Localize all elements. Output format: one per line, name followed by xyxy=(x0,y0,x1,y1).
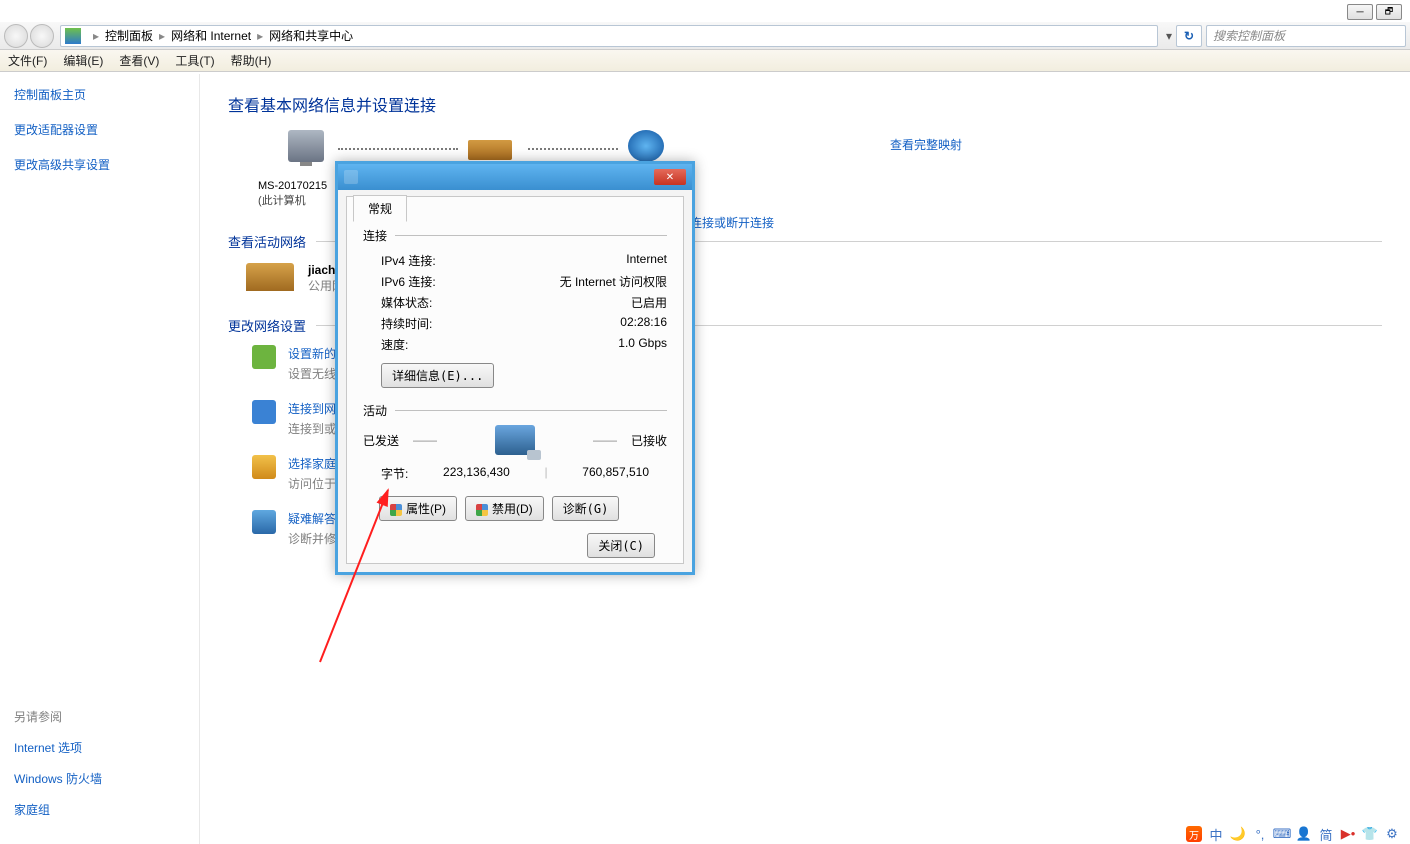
map-connector xyxy=(528,148,618,150)
bytes-sent-value: 223,136,430 xyxy=(443,465,510,482)
disable-button[interactable]: 禁用(D) xyxy=(465,496,544,521)
troubleshoot-icon xyxy=(252,510,276,534)
punct-icon[interactable]: °, xyxy=(1252,826,1268,842)
menu-help[interactable]: 帮助(H) xyxy=(231,52,272,69)
menu-edit[interactable]: 编辑(E) xyxy=(63,52,103,69)
uac-shield-icon xyxy=(390,504,402,516)
keyboard-icon[interactable]: ⌨ xyxy=(1274,826,1290,842)
dialog-titlebar[interactable] xyxy=(338,164,692,190)
activity-group-label: 活动 xyxy=(363,402,667,419)
ime-jian-toggle[interactable]: 简 xyxy=(1318,826,1334,842)
ipv4-label: IPv4 连接: xyxy=(381,252,436,269)
ipv4-value: Internet xyxy=(626,252,667,269)
sidebar-internet-options-link[interactable]: Internet 选项 xyxy=(14,739,185,756)
nav-back-button[interactable] xyxy=(4,24,28,48)
connect-network-icon xyxy=(252,400,276,424)
main-area: 控制面板主页 更改适配器设置 更改高级共享设置 另请参阅 Internet 选项… xyxy=(0,74,1410,844)
sidebar-homegroup-link[interactable]: 家庭组 xyxy=(14,801,185,818)
breadcrumb-item[interactable]: 网络和共享中心 xyxy=(269,27,353,44)
sidebar-sharing-link[interactable]: 更改高级共享设置 xyxy=(14,156,185,173)
menu-tools[interactable]: 工具(T) xyxy=(175,52,214,69)
breadcrumb[interactable]: ▸ 控制面板 ▸ 网络和 Internet ▸ 网络和共享中心 xyxy=(60,25,1158,47)
menu-view[interactable]: 查看(V) xyxy=(119,52,159,69)
duration-value: 02:28:16 xyxy=(620,315,667,332)
media-state-value: 已启用 xyxy=(631,294,667,311)
internet-globe-icon[interactable] xyxy=(628,130,664,162)
close-button[interactable]: 关闭(C) xyxy=(587,533,655,558)
control-panel-icon xyxy=(65,28,81,44)
ime-logo-icon[interactable]: 万 xyxy=(1186,826,1202,842)
sidebar-firewall-link[interactable]: Windows 防火墙 xyxy=(14,770,185,787)
details-button[interactable]: 详细信息(E)... xyxy=(381,363,494,388)
gear-icon[interactable]: ⚙ xyxy=(1384,826,1400,842)
chevron-right-icon: ▸ xyxy=(93,29,99,43)
dialog-close-button[interactable] xyxy=(654,169,686,185)
sidebar-see-also-label: 另请参阅 xyxy=(14,708,185,725)
breadcrumb-dropdown[interactable]: ▾ xyxy=(1166,29,1172,43)
connect-disconnect-link[interactable]: 连接或断开连接 xyxy=(690,214,774,231)
speed-label: 速度: xyxy=(381,336,408,353)
window-maximize-button[interactable] xyxy=(1376,4,1402,20)
map-connector xyxy=(338,148,458,150)
dialog-body: 常规 连接 IPv4 连接: Internet IPv6 连接: 无 Interne… xyxy=(346,196,684,564)
explorer-toolbar: ▸ 控制面板 ▸ 网络和 Internet ▸ 网络和共享中心 ▾ 搜索控制面板 xyxy=(0,22,1410,50)
search-input[interactable]: 搜索控制面板 xyxy=(1206,25,1406,47)
ipv6-label: IPv6 连接: xyxy=(381,273,436,290)
window-controls xyxy=(1347,4,1402,20)
bytes-label: 字节: xyxy=(381,465,408,482)
ime-tray: 万 中 🌙 °, ⌨ 👤 简 ▶• 👕 ⚙ xyxy=(1186,826,1400,842)
received-label: 已接收 xyxy=(631,432,667,449)
shirt-icon[interactable]: 👕 xyxy=(1362,826,1378,842)
sidebar-home-link[interactable]: 控制面板主页 xyxy=(14,86,185,103)
media-state-label: 媒体状态: xyxy=(381,294,432,311)
duration-label: 持续时间: xyxy=(381,315,432,332)
homegroup-icon xyxy=(252,455,276,479)
properties-button-label: 属性(P) xyxy=(406,502,446,516)
activity-line-icon: —— xyxy=(413,433,437,447)
uac-shield-icon xyxy=(476,504,488,516)
sidebar-adapter-link[interactable]: 更改适配器设置 xyxy=(14,121,185,138)
ime-cn-toggle[interactable]: 中 xyxy=(1208,826,1224,842)
page-title: 查看基本网络信息并设置连接 xyxy=(228,92,1382,116)
menu-bar: 文件(F) 编辑(E) 查看(V) 工具(T) 帮助(H) xyxy=(0,50,1410,72)
this-pc-icon[interactable] xyxy=(288,130,324,162)
sidebar: 控制面板主页 更改适配器设置 更改高级共享设置 另请参阅 Internet 选项… xyxy=(0,74,200,844)
disable-button-label: 禁用(D) xyxy=(492,502,533,516)
view-full-map-link[interactable]: 查看完整映射 xyxy=(890,136,962,153)
ipv6-value: 无 Internet 访问权限 xyxy=(560,273,667,290)
connection-status-dialog: 常规 连接 IPv4 连接: Internet IPv6 连接: 无 Interne… xyxy=(335,161,695,575)
speed-value: 1.0 Gbps xyxy=(618,336,667,353)
connection-group-label: 连接 xyxy=(363,227,667,244)
diagnose-button[interactable]: 诊断(G) xyxy=(552,496,620,521)
setup-connection-icon xyxy=(252,345,276,369)
menu-file[interactable]: 文件(F) xyxy=(8,52,47,69)
nav-forward-button[interactable] xyxy=(30,24,54,48)
breadcrumb-item[interactable]: 网络和 Internet xyxy=(171,27,251,44)
sent-label: 已发送 xyxy=(363,432,399,449)
properties-button[interactable]: 属性(P) xyxy=(379,496,457,521)
bytes-received-value: 760,857,510 xyxy=(582,465,649,482)
refresh-button[interactable] xyxy=(1176,25,1202,47)
router-icon[interactable] xyxy=(468,140,512,160)
tab-general[interactable]: 常规 xyxy=(353,195,407,222)
moon-icon[interactable]: 🌙 xyxy=(1230,826,1246,842)
record-icon[interactable]: ▶• xyxy=(1340,826,1356,842)
chevron-right-icon: ▸ xyxy=(257,29,263,43)
dialog-title-icon xyxy=(344,170,358,184)
breadcrumb-item[interactable]: 控制面板 xyxy=(105,27,153,44)
network-bench-icon xyxy=(246,263,294,291)
activity-line-icon: —— xyxy=(593,433,617,447)
person-icon[interactable]: 👤 xyxy=(1296,826,1312,842)
window-minimize-button[interactable] xyxy=(1347,4,1373,20)
activity-computer-icon xyxy=(495,425,535,455)
chevron-right-icon: ▸ xyxy=(159,29,165,43)
